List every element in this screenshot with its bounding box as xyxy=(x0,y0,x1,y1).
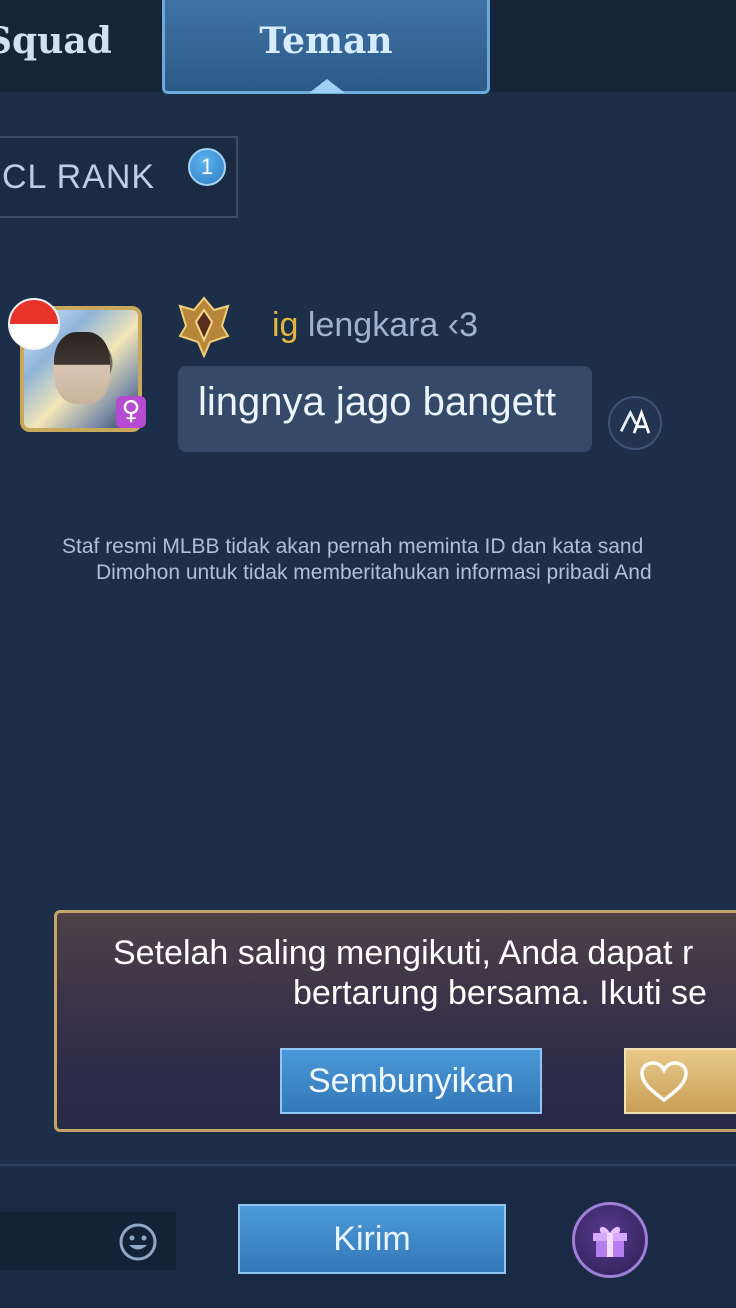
follow-suggestion-text: Setelah saling mengikuti, Anda dapat r b… xyxy=(113,933,707,1013)
heart-icon xyxy=(640,1061,688,1103)
gift-button[interactable] xyxy=(572,1202,648,1278)
tab-teman[interactable]: Teman xyxy=(162,0,490,94)
send-button[interactable]: Kirim xyxy=(238,1204,506,1274)
hide-button[interactable]: Sembunyikan xyxy=(280,1048,542,1114)
follow-suggestion-line-2: bertarung bersama. Ikuti se xyxy=(293,974,707,1012)
sender-username: lengkara ‹3 xyxy=(307,306,479,344)
security-notice-line-2: Dimohon untuk tidak memberitahukan infor… xyxy=(96,561,652,584)
follow-button[interactable] xyxy=(624,1048,736,1114)
cl-rank-filter-button[interactable]: CL RANK 1 xyxy=(0,136,238,218)
chat-message-text: lingnya jago bangett xyxy=(198,380,557,424)
active-tab-indicator xyxy=(309,79,345,93)
gift-icon xyxy=(593,1226,627,1257)
follow-suggestion-line-1: Setelah saling mengikuti, Anda dapat r xyxy=(113,934,694,972)
indonesia-flag-icon xyxy=(8,298,60,350)
security-notice: Staf resmi MLBB tidak akan pernah memint… xyxy=(62,534,736,586)
security-notice-line-1: Staf resmi MLBB tidak akan pernah memint… xyxy=(62,535,644,558)
avatar-portrait xyxy=(54,332,110,404)
rank-emblem-icon xyxy=(178,296,230,358)
tab-squad-label: Squad xyxy=(0,20,112,62)
tab-squad[interactable]: Squad xyxy=(0,0,160,92)
unread-count-badge: 1 xyxy=(188,148,226,186)
sender-name[interactable]: ig lengkara ‹3 xyxy=(272,306,478,345)
female-gender-icon: ♀ xyxy=(116,396,146,428)
tab-teman-label: Teman xyxy=(259,20,393,62)
emoji-icon[interactable] xyxy=(118,1222,158,1262)
hide-button-label: Sembunyikan xyxy=(307,1062,514,1100)
translate-icon[interactable] xyxy=(608,396,662,450)
sender-prefix: ig xyxy=(272,306,299,344)
send-button-label: Kirim xyxy=(333,1220,411,1258)
chat-message-bubble: lingnya jago bangett xyxy=(178,366,592,452)
cl-rank-label: CL RANK xyxy=(2,158,156,196)
